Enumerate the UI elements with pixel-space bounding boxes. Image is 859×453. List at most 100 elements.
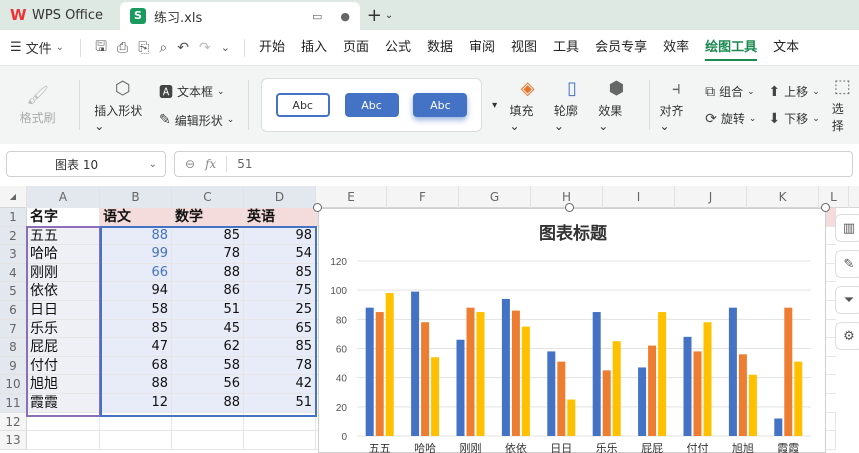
cell[interactable]: 78 <box>172 245 244 264</box>
name-box[interactable]: 图表 10 ⌄ <box>6 151 166 177</box>
resize-handle-top-left[interactable] <box>313 203 322 212</box>
print-preview-icon[interactable]: ⌕ <box>159 40 167 56</box>
format-painter-button[interactable]: 🖌 格式刷 <box>0 66 75 144</box>
row-header-11[interactable]: 11 <box>0 393 27 413</box>
row-header-7[interactable]: 7 <box>0 319 27 339</box>
style-sample-shadow[interactable]: Abc <box>413 93 468 117</box>
export-icon[interactable]: ⎙ <box>117 40 128 56</box>
new-tab-button[interactable]: + ⌄ <box>360 0 400 30</box>
chart-elements-icon[interactable]: ▥ <box>835 214 859 242</box>
cell[interactable]: 五五 <box>27 226 100 246</box>
cell[interactable]: 66 <box>100 263 172 283</box>
select-button[interactable]: ⬚ 选择 <box>832 76 853 134</box>
cell[interactable]: 依依 <box>27 282 100 301</box>
column-header-A[interactable]: A <box>27 186 100 208</box>
column-header-K[interactable]: K <box>747 186 819 208</box>
cell[interactable]: 88 <box>172 393 244 413</box>
resize-handle-top[interactable] <box>565 203 574 212</box>
effects-button[interactable]: ⬢ 效果 ⌄ <box>598 78 634 133</box>
outline-button[interactable]: ▯ 轮廓 ⌄ <box>554 78 590 133</box>
menu-tab-1[interactable]: 插入 <box>293 30 335 66</box>
cell[interactable]: 刚刚 <box>27 263 100 283</box>
menu-tab-0[interactable]: 开始 <box>251 30 293 66</box>
cell[interactable]: 25 <box>244 300 316 320</box>
insert-shape-button[interactable]: ⬡ 插入形状 ⌄ <box>94 78 151 133</box>
cell[interactable]: 付付 <box>27 356 100 376</box>
align-button[interactable]: ⫞ 对齐 ⌄ <box>660 78 694 133</box>
cell[interactable]: 名字 <box>27 208 100 227</box>
cell[interactable] <box>244 431 316 450</box>
cell[interactable] <box>100 431 172 450</box>
menu-tab-10[interactable]: 绘图工具 <box>697 30 765 66</box>
app-home-tab[interactable]: W WPS Office <box>0 0 118 30</box>
column-header-E[interactable]: E <box>316 186 387 208</box>
cell[interactable]: 屁屁 <box>27 338 100 357</box>
cell[interactable]: 85 <box>172 226 244 246</box>
cell[interactable] <box>100 412 172 432</box>
chart-filter-icon[interactable]: ⏷ <box>835 286 859 314</box>
cell[interactable] <box>27 412 100 432</box>
cell[interactable]: 98 <box>244 226 316 246</box>
cell[interactable]: 99 <box>100 245 172 264</box>
file-menu[interactable]: ☰ 文件 ⌄ <box>0 38 74 57</box>
rotate-button[interactable]: ⟳ 旋转 ⌄ <box>705 110 756 127</box>
cell[interactable]: 42 <box>244 375 316 394</box>
group-button[interactable]: ⧉ 组合 ⌄ <box>705 83 756 100</box>
fx-icon[interactable]: fx <box>205 157 216 171</box>
cell[interactable] <box>172 431 244 450</box>
row-header-6[interactable]: 6 <box>0 300 27 320</box>
row-header-8[interactable]: 8 <box>0 338 27 357</box>
chart-style-icon[interactable]: ✎ <box>835 250 859 278</box>
cell[interactable]: 88 <box>100 375 172 394</box>
cell[interactable]: 51 <box>244 393 316 413</box>
cell[interactable]: 94 <box>100 282 172 301</box>
cell[interactable]: 58 <box>172 356 244 376</box>
row-header-5[interactable]: 5 <box>0 282 27 301</box>
cell[interactable]: 88 <box>172 263 244 283</box>
cell[interactable]: 日日 <box>27 300 100 320</box>
menu-tab-9[interactable]: 效率 <box>655 30 697 66</box>
column-header-F[interactable]: F <box>387 186 459 208</box>
cell[interactable]: 62 <box>172 338 244 357</box>
style-sample-outline[interactable]: Abc <box>275 93 330 117</box>
cell[interactable] <box>27 431 100 450</box>
cell[interactable]: 68 <box>100 356 172 376</box>
menu-tab-5[interactable]: 审阅 <box>461 30 503 66</box>
column-header-C[interactable]: C <box>172 186 244 208</box>
select-all-corner[interactable]: ◢ <box>0 186 27 208</box>
cell[interactable]: 85 <box>244 338 316 357</box>
cell[interactable]: 12 <box>100 393 172 413</box>
cell[interactable] <box>172 412 244 432</box>
cell[interactable]: 88 <box>100 226 172 246</box>
column-header-D[interactable]: D <box>244 186 316 208</box>
style-sample-filled[interactable]: Abc <box>344 93 399 117</box>
column-header-I[interactable]: I <box>603 186 675 208</box>
cell[interactable]: 85 <box>244 263 316 283</box>
bring-forward-button[interactable]: ⬆ 上移 ⌄ <box>768 83 819 100</box>
unsaved-dot-icon[interactable]: ● <box>340 10 350 23</box>
textbox-button[interactable]: 🅰 文本框 ⌄ <box>159 82 234 102</box>
bar-chart[interactable]: 图表标题 0 20 40 60 80 100 120 五五 哈哈 刚刚 依依 日日 乐乐 屁屁 付付 旭旭 霞霞 <box>318 208 826 453</box>
window-icon[interactable]: ▭ <box>312 10 322 23</box>
row-header-4[interactable]: 4 <box>0 263 27 283</box>
undo-icon[interactable]: ↶ <box>177 40 189 56</box>
cell[interactable]: 霞霞 <box>27 393 100 413</box>
menu-tab-2[interactable]: 页面 <box>335 30 377 66</box>
menu-tab-3[interactable]: 公式 <box>377 30 419 66</box>
cell[interactable]: 75 <box>244 282 316 301</box>
save-icon[interactable]: 🖫 <box>95 36 107 60</box>
resize-handle-top-right[interactable] <box>821 203 830 212</box>
cell[interactable]: 58 <box>100 300 172 320</box>
column-header-G[interactable]: G <box>459 186 531 208</box>
cell[interactable]: 51 <box>172 300 244 320</box>
cell[interactable]: 英语 <box>244 208 316 227</box>
cell[interactable]: 86 <box>172 282 244 301</box>
menu-tab-7[interactable]: 工具 <box>545 30 587 66</box>
redo-icon[interactable]: ↷ <box>199 40 211 56</box>
cell[interactable]: 乐乐 <box>27 319 100 339</box>
cell[interactable]: 45 <box>172 319 244 339</box>
fill-button[interactable]: ◈ 填充 ⌄ <box>509 78 545 133</box>
row-header-9[interactable]: 9 <box>0 356 27 376</box>
cell[interactable]: 数学 <box>172 208 244 227</box>
send-backward-button[interactable]: ⬇ 下移 ⌄ <box>768 110 819 127</box>
